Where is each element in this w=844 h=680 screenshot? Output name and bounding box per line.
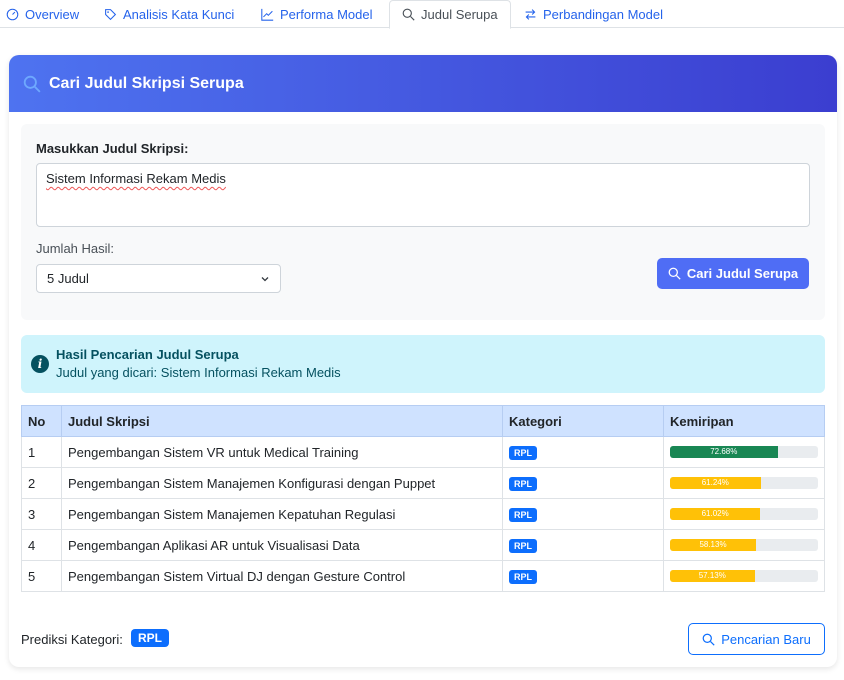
- similarity-bar-fill: 72.68%: [670, 446, 778, 458]
- tab-bar: Overview Analisis Kata Kunci Performa Mo…: [0, 0, 844, 29]
- prediction-badge: RPL: [131, 629, 169, 647]
- search-icon: [23, 75, 41, 93]
- row-no: 2: [21, 467, 62, 499]
- title-input-label: Masukkan Judul Skripsi:: [36, 141, 189, 156]
- tab-label: Perbandingan Model: [543, 6, 663, 22]
- results-table: No Judul Skripsi Kategori Kemiripan 1 Pe…: [21, 405, 825, 592]
- chevron-down-icon: [261, 276, 269, 281]
- prediction-label: Prediksi Kategori:: [21, 632, 123, 647]
- search-form: Masukkan Judul Skripsi: Sistem Informasi…: [21, 124, 825, 320]
- col-header-no: No: [21, 405, 62, 437]
- arrows-swap-icon: [525, 8, 536, 20]
- alert-text: Judul yang dicari: Sistem Informasi Reka…: [56, 365, 341, 380]
- count-select-label: Jumlah Hasil:: [36, 241, 115, 256]
- tab-perbandingan-model[interactable]: Perbandingan Model: [512, 0, 675, 28]
- similarity-bar-fill: 58.13%: [670, 539, 757, 551]
- similarity-bar-fill: 61.24%: [670, 477, 761, 489]
- tab-label: Performa Model: [280, 6, 373, 22]
- similarity-bar-fill: 61.02%: [670, 508, 761, 520]
- graph-icon: [261, 8, 274, 21]
- search-result-alert: i Hasil Pencarian Judul Serupa Judul yan…: [21, 335, 825, 393]
- row-title: Pengembangan Sistem Virtual DJ dengan Ge…: [61, 560, 503, 592]
- card-title: Cari Judul Skripsi Serupa: [49, 74, 244, 92]
- tab-performa-model[interactable]: Performa Model: [249, 0, 384, 28]
- row-title: Pengembangan Sistem Manajemen Konfiguras…: [61, 467, 503, 499]
- col-header-judul: Judul Skripsi: [61, 405, 503, 437]
- category-badge: RPL: [509, 508, 537, 522]
- new-search-button-label: Pencarian Baru: [721, 631, 811, 647]
- table-row: 2 Pengembangan Sistem Manajemen Konfigur…: [21, 467, 825, 499]
- tab-overview[interactable]: Overview: [0, 0, 91, 28]
- category-badge: RPL: [509, 570, 537, 584]
- card-header: Cari Judul Skripsi Serupa: [9, 55, 837, 112]
- new-search-button[interactable]: Pencarian Baru: [688, 623, 825, 655]
- table-header-row: No Judul Skripsi Kategori Kemiripan: [21, 405, 825, 437]
- tab-judul-serupa[interactable]: Judul Serupa: [389, 0, 511, 29]
- row-title: Pengembangan Aplikasi AR untuk Visualisa…: [61, 529, 503, 561]
- row-title: Pengembangan Sistem VR untuk Medical Tra…: [61, 436, 503, 468]
- col-header-kemiripan: Kemiripan: [663, 405, 825, 437]
- similar-title-card: Cari Judul Skripsi Serupa Masukkan Judul…: [9, 55, 837, 667]
- tab-analisis-kata-kunci[interactable]: Analisis Kata Kunci: [92, 0, 246, 28]
- col-header-kategori: Kategori: [502, 405, 664, 437]
- category-badge: RPL: [509, 446, 537, 460]
- row-no: 5: [21, 560, 62, 592]
- tab-label: Analisis Kata Kunci: [123, 6, 235, 22]
- tag-icon: [105, 8, 117, 20]
- search-button[interactable]: Cari Judul Serupa: [657, 258, 809, 289]
- count-select[interactable]: 5 Judul: [36, 264, 281, 293]
- row-no: 4: [21, 529, 62, 561]
- similarity-bar: 61.02%: [670, 508, 818, 520]
- category-badge: RPL: [509, 477, 537, 491]
- table-row: 4 Pengembangan Aplikasi AR untuk Visuali…: [21, 529, 825, 561]
- search-icon: [668, 267, 681, 280]
- similarity-bar: 61.24%: [670, 477, 818, 489]
- info-icon: i: [31, 355, 49, 373]
- similarity-bar: 58.13%: [670, 539, 818, 551]
- category-badge: RPL: [509, 539, 537, 553]
- row-title: Pengembangan Sistem Manajemen Kepatuhan …: [61, 498, 503, 530]
- alert-title: Hasil Pencarian Judul Serupa: [56, 347, 239, 362]
- table-row: 3 Pengembangan Sistem Manajemen Kepatuha…: [21, 498, 825, 530]
- table-row: 5 Pengembangan Sistem Virtual DJ dengan …: [21, 560, 825, 592]
- similarity-bar: 57.13%: [670, 570, 818, 582]
- speedometer-icon: [6, 8, 19, 20]
- title-textarea-value: Sistem Informasi Rekam Medis: [46, 171, 226, 186]
- similarity-bar: 72.68%: [670, 446, 818, 458]
- row-no: 1: [21, 436, 62, 468]
- search-icon: [702, 633, 715, 646]
- search-icon: [402, 8, 415, 21]
- tab-label: Judul Serupa: [421, 7, 498, 22]
- table-row: 1 Pengembangan Sistem VR untuk Medical T…: [21, 436, 825, 468]
- row-no: 3: [21, 498, 62, 530]
- count-select-value: 5 Judul: [47, 271, 89, 286]
- tab-label: Overview: [25, 6, 80, 22]
- search-button-label: Cari Judul Serupa: [686, 266, 799, 281]
- title-textarea[interactable]: Sistem Informasi Rekam Medis: [36, 163, 810, 227]
- similarity-bar-fill: 57.13%: [670, 570, 755, 582]
